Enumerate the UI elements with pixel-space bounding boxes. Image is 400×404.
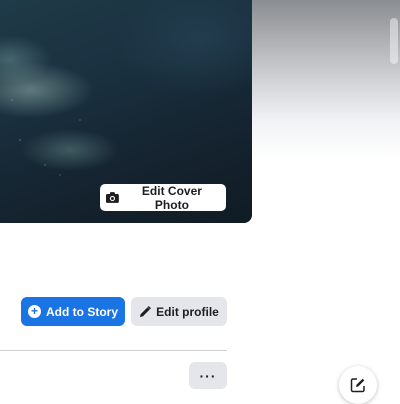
- camera-icon: [106, 192, 119, 203]
- add-to-story-button[interactable]: + Add to Story: [21, 297, 125, 326]
- edit-cover-photo-label: Edit Cover Photo: [141, 183, 202, 212]
- cover-photo: Edit Cover Photo: [0, 0, 252, 223]
- add-to-story-label: Add to Story: [46, 304, 118, 319]
- edit-profile-label: Edit profile: [156, 304, 219, 319]
- compose-icon: [350, 378, 365, 393]
- more-icon: ···: [199, 367, 217, 384]
- edit-profile-button[interactable]: Edit profile: [131, 297, 227, 326]
- page-scrollbar[interactable]: [388, 0, 400, 400]
- profile-divider: [0, 350, 227, 351]
- scrollbar-thumb[interactable]: [390, 18, 398, 64]
- plus-circle-icon: +: [28, 305, 41, 318]
- pencil-icon: [140, 305, 152, 317]
- new-message-button[interactable]: [339, 366, 377, 404]
- more-options-button[interactable]: ···: [189, 362, 227, 389]
- edit-cover-photo-button[interactable]: Edit Cover Photo: [100, 183, 226, 212]
